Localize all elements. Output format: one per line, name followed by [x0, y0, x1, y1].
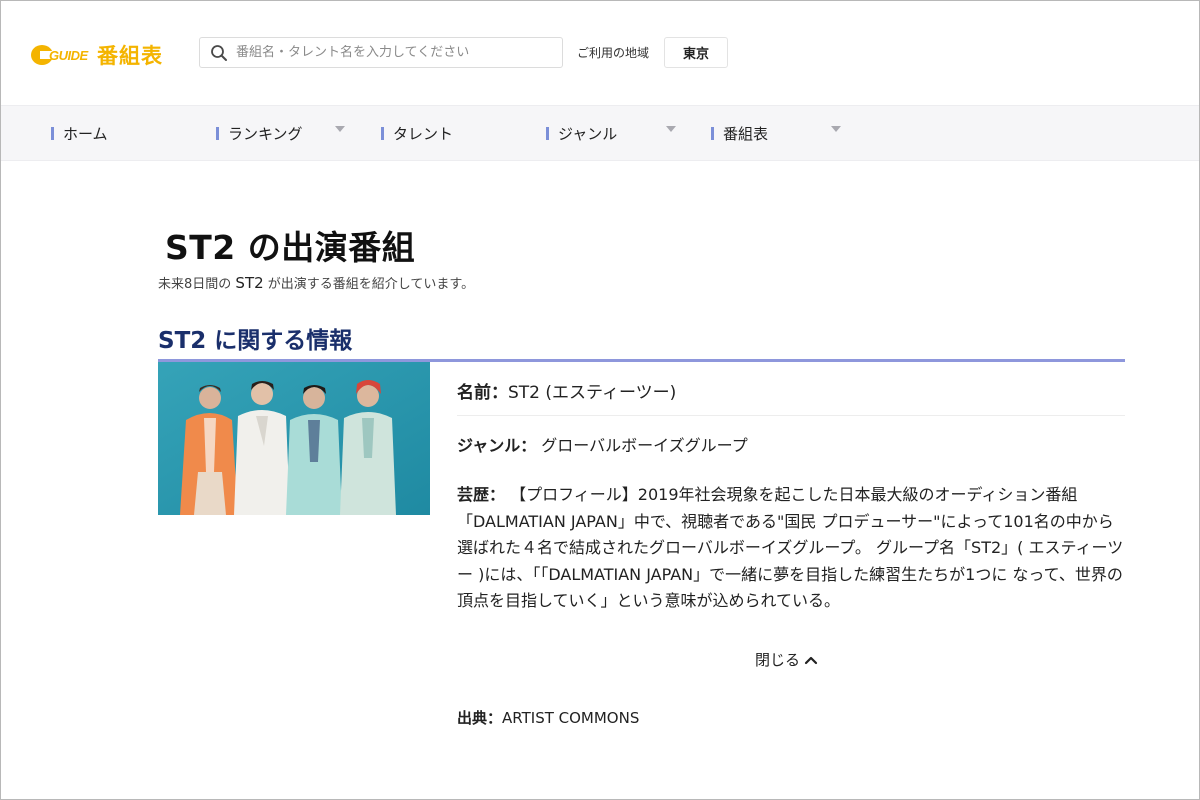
- nav-item-label: タレント: [393, 124, 454, 143]
- name-label: 名前：: [457, 383, 508, 403]
- name-value: ST2 (エスティーツー): [508, 383, 677, 403]
- genre-value: グローバルボーイズグループ: [541, 436, 748, 455]
- search-box[interactable]: [199, 37, 563, 68]
- nav-marker: [216, 126, 219, 140]
- nav-item-label: ランキング: [228, 124, 303, 143]
- chevron-down-icon[interactable]: [666, 126, 676, 132]
- subtitle-artist-name: ST2: [235, 274, 264, 292]
- source-value: ARTIST COMMONS: [502, 709, 640, 727]
- source-credit: 出典：ARTIST COMMONS: [457, 707, 639, 728]
- chevron-down-icon[interactable]: [335, 126, 345, 132]
- profile-label: 芸歴：: [457, 485, 506, 504]
- genre-label: ジャンル：: [457, 436, 537, 455]
- nav-item-genre[interactable]: ジャンル: [546, 106, 617, 160]
- subtitle-prefix: 未来8日間の: [158, 277, 232, 292]
- profile-text: 【プロフィール】2019年社会現象を起こした日本最大級のオーディション番組「DA…: [457, 485, 1124, 610]
- nav-item-ranking[interactable]: ランキング: [216, 106, 303, 160]
- site-header: GUIDE 番組表 ご利用の地域 東京: [1, 1, 1199, 105]
- section-title: ST2 に関する情報: [158, 328, 353, 354]
- nav-item-program-guide[interactable]: 番組表: [711, 106, 768, 160]
- page-title: ST2 の出演番組: [165, 228, 416, 267]
- nav-marker: [546, 126, 549, 140]
- nav-item-label: ジャンル: [558, 124, 618, 143]
- guide-logo-icon: GUIDE: [31, 44, 95, 66]
- artist-name-row: 名前：ST2 (エスティーツー): [457, 378, 676, 403]
- artist-photo: [158, 362, 430, 515]
- nav-marker: [381, 126, 384, 140]
- logo-text: 番組表: [97, 44, 163, 68]
- artist-genre-row: ジャンル： グローバルボーイズグループ: [457, 432, 748, 456]
- search-input[interactable]: [236, 45, 536, 60]
- site-logo[interactable]: GUIDE 番組表: [31, 41, 163, 69]
- main-nav: ホーム ランキング タレント ジャンル 番組表: [1, 105, 1199, 161]
- divider: [457, 415, 1125, 416]
- chevron-up-icon: [804, 656, 818, 664]
- artist-profile-row: 芸歴： 【プロフィール】2019年社会現象を起こした日本最大級のオーディション番…: [457, 482, 1125, 615]
- close-profile-button[interactable]: 閉じる: [755, 649, 818, 670]
- page-subtitle: 未来8日間の ST2 が出演する番組を紹介しています。: [158, 273, 474, 292]
- nav-marker: [51, 126, 54, 140]
- nav-item-home[interactable]: ホーム: [51, 106, 108, 160]
- source-label: 出典：: [457, 709, 503, 727]
- close-label: 閉じる: [755, 651, 801, 669]
- region-label: ご利用の地域: [577, 46, 650, 60]
- chevron-down-icon[interactable]: [831, 126, 841, 132]
- nav-item-talent[interactable]: タレント: [381, 106, 453, 160]
- nav-item-label: ホーム: [63, 124, 108, 143]
- nav-marker: [711, 126, 714, 140]
- region-select-button[interactable]: 東京: [664, 37, 728, 68]
- page: GUIDE 番組表 ご利用の地域 東京 ホーム ランキング タレント: [0, 0, 1200, 800]
- search-icon: [211, 44, 227, 61]
- nav-item-label: 番組表: [723, 124, 769, 143]
- subtitle-suffix: が出演する番組を紹介しています。: [267, 277, 475, 292]
